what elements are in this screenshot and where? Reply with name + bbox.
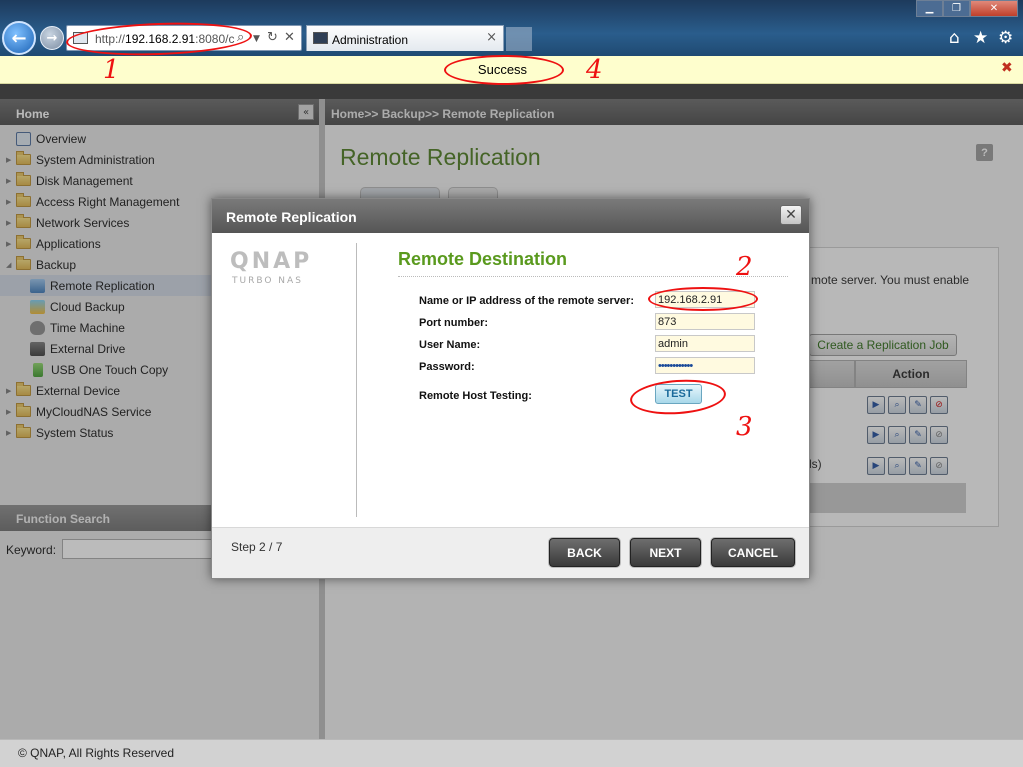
footer-copyright: © QNAP, All Rights Reserved (0, 739, 1023, 767)
step-indicator: Step 2 / 7 (231, 540, 283, 554)
dialog-body: QNAP Turbo NAS Remote Destination Name o… (212, 233, 809, 527)
remote-host-testing-label: Remote Host Testing: (419, 390, 532, 402)
dialog-title: Remote Replication (212, 199, 809, 233)
port-input[interactable] (655, 313, 755, 330)
username-label: User Name: (419, 339, 481, 351)
dialog-footer: Step 2 / 7 BACK NEXT CANCEL (212, 527, 809, 578)
qnap-logo: QNAP (230, 249, 313, 274)
host-label: Name or IP address of the remote server: (419, 295, 634, 307)
dropdown-icon[interactable]: ▼ (253, 34, 260, 44)
tab-close-icon[interactable]: × (486, 30, 497, 45)
annotation-number: 3 (736, 412, 753, 442)
window-controls: ▁ ❐ ✕ (916, 0, 1020, 18)
tab-page-icon (313, 32, 328, 44)
password-input[interactable] (655, 357, 755, 374)
port-label: Port number: (419, 317, 489, 329)
annotation-circle-host (648, 287, 758, 311)
new-tab-button[interactable] (506, 27, 532, 51)
maximize-icon[interactable]: ❐ (943, 0, 970, 17)
window-close-icon[interactable]: ✕ (970, 0, 1018, 17)
stop-icon[interactable]: ✕ (284, 30, 295, 45)
refresh-icon[interactable]: ↻ (267, 30, 278, 45)
annotation-number: 1 (103, 55, 120, 85)
back-button[interactable]: BACK (549, 538, 620, 567)
tab-title: Administration (332, 33, 409, 47)
cancel-button[interactable]: CANCEL (711, 538, 795, 567)
notification-close-icon[interactable]: ✖ (1001, 60, 1013, 76)
divider (356, 243, 357, 517)
home-icon[interactable]: ⌂ (949, 28, 960, 48)
password-label: Password: (419, 361, 475, 373)
back-icon[interactable]: ← (2, 21, 36, 55)
annotation-number: 2 (736, 252, 753, 282)
next-button[interactable]: NEXT (630, 538, 701, 567)
turbo-nas-logo: Turbo NAS (232, 276, 303, 286)
favorites-icon[interactable]: ★ (973, 28, 988, 48)
username-input[interactable] (655, 335, 755, 352)
tab-administration[interactable]: Administration × (306, 25, 504, 51)
section-title: Remote Destination (398, 249, 568, 269)
section-divider (398, 276, 788, 277)
forward-icon[interactable]: → (40, 26, 64, 50)
minimize-icon[interactable]: ▁ (916, 0, 943, 17)
annotation-number: 4 (586, 55, 603, 85)
annotation-circle-success (444, 55, 564, 85)
dialog-close-icon[interactable]: ✕ (780, 205, 802, 225)
tools-icon[interactable]: ⚙ (998, 28, 1013, 48)
